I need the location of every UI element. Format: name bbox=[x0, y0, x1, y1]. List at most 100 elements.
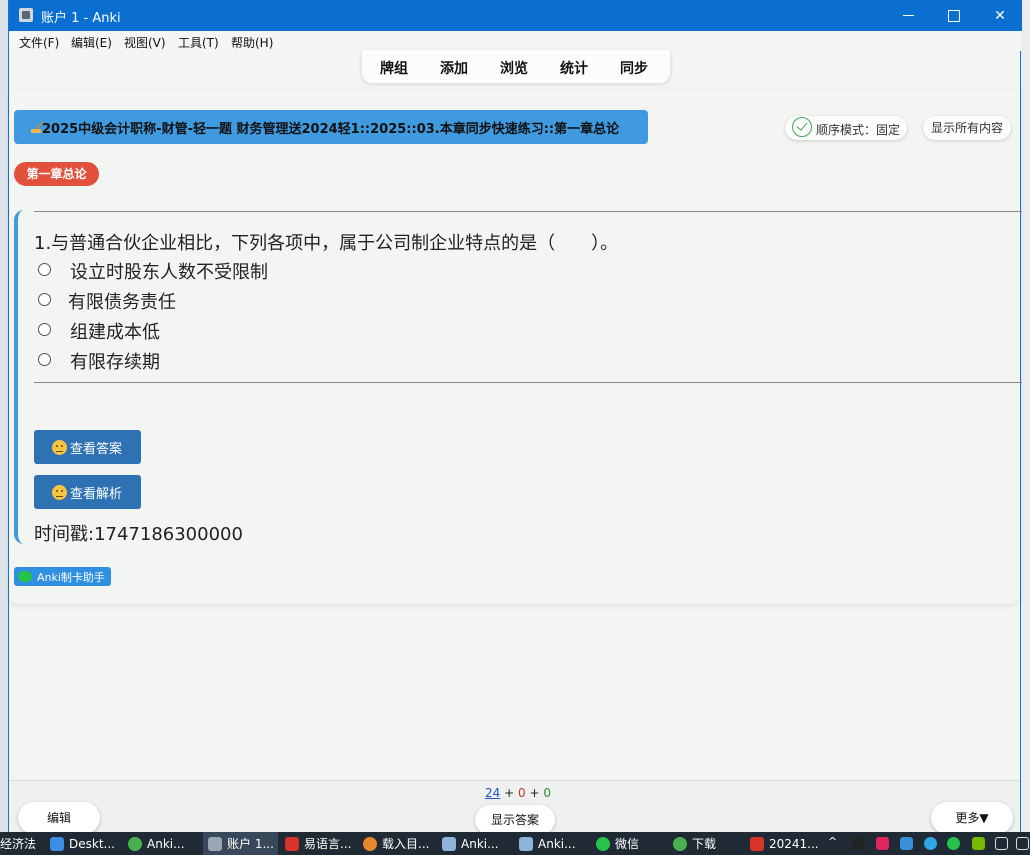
view-answer-button[interactable]: 查看答案 bbox=[34, 430, 141, 464]
anki-card-helper-tag[interactable]: Anki制卡助手 bbox=[14, 567, 111, 586]
taskbar-item-label: Deskt... bbox=[69, 836, 115, 851]
close-button[interactable]: ✕ bbox=[977, 0, 1023, 31]
menu-bar: 文件(F) 编辑(E) 视图(V) 工具(T) 帮助(H) bbox=[9, 31, 1022, 51]
wechat-tray-icon[interactable] bbox=[947, 837, 960, 850]
menu-view[interactable]: 视图(V) bbox=[124, 34, 166, 51]
deck-path-bar: 2025中级会计职称-财管-轻一题 财务管理送2024轻1::2025::03.… bbox=[14, 110, 648, 144]
radio-button[interactable] bbox=[38, 293, 51, 306]
deck-path: 2025中级会计职称-财管-轻一题 财务管理送2024轻1::2025::03.… bbox=[42, 121, 620, 137]
option-label: 组建成本低 bbox=[70, 322, 160, 343]
browser-icon bbox=[128, 836, 142, 851]
taskbar-item-downloads[interactable]: 下载 bbox=[673, 832, 716, 855]
easy-language-icon bbox=[285, 836, 299, 851]
title-bar: 账户 1 - Anki ✕ bbox=[9, 0, 1022, 31]
tab-stats[interactable]: 统计 bbox=[560, 58, 588, 78]
tab-decks[interactable]: 牌组 bbox=[380, 58, 408, 78]
divider-top bbox=[34, 211, 1022, 212]
option-label: 设立时股东人数不受限制 bbox=[70, 262, 268, 283]
anki-icon bbox=[208, 836, 222, 851]
order-mode-label: 顺序模式：固定 bbox=[816, 123, 901, 137]
tray-app-icon[interactable] bbox=[1016, 837, 1029, 850]
main-toolbar: 牌组 添加 浏览 统计 同步 bbox=[362, 50, 670, 83]
anki-window: 账户 1 - Anki ✕ 文件(F) 编辑(E) 视图(V) 工具(T) 帮助… bbox=[8, 0, 1022, 835]
taskbar-item-label: Anki... bbox=[147, 836, 185, 851]
anki-icon bbox=[442, 836, 456, 851]
question-box: 1.与普通合伙企业相比，下列各项中，属于公司制企业特点的是（ ）。 设立时股东人… bbox=[14, 210, 1022, 545]
taskbar-item-label: 微信 bbox=[615, 837, 640, 851]
taskbar-item-anki-2[interactable]: Anki... bbox=[442, 832, 499, 855]
window-title: 账户 1 - Anki bbox=[41, 11, 121, 26]
radio-button[interactable] bbox=[38, 323, 51, 336]
browser-icon bbox=[673, 836, 687, 851]
taskbar: 经济法 Deskt... Anki... 账户 1... 易语言... 载入目.… bbox=[0, 832, 1030, 855]
show-all-button[interactable]: 显示所有内容 bbox=[923, 116, 1011, 140]
taskbar-item-label: 下载 bbox=[692, 837, 717, 851]
tab-sync[interactable]: 同步 bbox=[620, 58, 648, 78]
desktop-right-edge bbox=[1020, 0, 1030, 832]
wechat-icon bbox=[596, 836, 610, 851]
taskbar-item-label: 载入目... bbox=[382, 837, 430, 851]
brand-tag-label: Anki制卡助手 bbox=[37, 570, 105, 584]
view-analysis-label: 查看解析 bbox=[70, 486, 123, 502]
menu-file[interactable]: 文件(F) bbox=[19, 34, 59, 51]
wps-icon bbox=[750, 836, 764, 851]
view-answer-label: 查看答案 bbox=[70, 441, 123, 457]
taskbar-item-desktop[interactable]: Deskt... bbox=[50, 832, 115, 855]
option-label: 有限存续期 bbox=[70, 352, 160, 373]
tab-add[interactable]: 添加 bbox=[440, 58, 468, 78]
show-answer-button[interactable]: 显示答案 bbox=[475, 805, 555, 835]
menu-help[interactable]: 帮助(H) bbox=[231, 34, 273, 51]
radio-button[interactable] bbox=[38, 263, 51, 276]
qq-icon[interactable] bbox=[851, 837, 864, 850]
anki-app-icon bbox=[19, 8, 33, 22]
bottom-bar: 24 + 0 + 0 编辑 显示答案 更多▼ bbox=[9, 780, 1020, 835]
plus-sign: + bbox=[529, 786, 540, 800]
taskbar-item-wps[interactable]: 20241... bbox=[750, 832, 819, 855]
tray-app-icon[interactable] bbox=[924, 837, 937, 850]
card-counts: 24 + 0 + 0 bbox=[485, 786, 551, 800]
writing-hand-icon bbox=[31, 122, 43, 133]
taskbar-item-anki-browser[interactable]: Anki... bbox=[128, 832, 185, 855]
timestamp: 时间戳:1747186300000 bbox=[34, 524, 243, 545]
taskbar-item-easy-language[interactable]: 易语言... bbox=[285, 832, 351, 855]
taskbar-item-label: Anki... bbox=[461, 836, 499, 851]
view-analysis-button[interactable]: 查看解析 bbox=[34, 475, 141, 509]
new-count[interactable]: 24 bbox=[485, 786, 500, 800]
confused-face-icon bbox=[52, 439, 67, 455]
learn-count: 0 bbox=[518, 786, 526, 800]
taskbar-item-economic-law[interactable]: 经济法 bbox=[0, 832, 36, 855]
radio-button[interactable] bbox=[38, 353, 51, 366]
loader-icon bbox=[363, 836, 377, 851]
tray-expand-icon[interactable]: ^ bbox=[828, 835, 841, 848]
nvidia-icon[interactable] bbox=[972, 837, 985, 850]
review-count: 0 bbox=[543, 786, 551, 800]
option-label: 有限债务责任 bbox=[68, 292, 176, 313]
edit-button[interactable]: 编辑 bbox=[18, 802, 100, 834]
maximize-button[interactable] bbox=[931, 0, 977, 31]
chapter-badge: 第一章总论 bbox=[14, 162, 99, 186]
tray-app-icon[interactable] bbox=[900, 837, 913, 850]
plus-sign: + bbox=[504, 786, 515, 800]
desktop-icon bbox=[50, 836, 64, 851]
taskbar-item-anki-3[interactable]: Anki... bbox=[519, 832, 576, 855]
anki-icon bbox=[519, 836, 533, 851]
taskbar-item-account[interactable]: 账户 1... bbox=[203, 832, 278, 855]
question-text: 1.与普通合伙企业相比，下列各项中，属于公司制企业特点的是（ ）。 bbox=[34, 233, 619, 254]
taskbar-item-label: 经济法 bbox=[0, 837, 37, 851]
menu-tools[interactable]: 工具(T) bbox=[178, 34, 219, 51]
tray-app-icon[interactable] bbox=[876, 837, 889, 850]
taskbar-item-wechat[interactable]: 微信 bbox=[596, 832, 639, 855]
divider-bottom bbox=[34, 382, 1022, 383]
minimize-button[interactable] bbox=[885, 0, 931, 31]
order-mode-toggle[interactable]: 顺序模式：固定 bbox=[785, 116, 907, 140]
taskbar-item-label: 易语言... bbox=[304, 837, 352, 851]
thinking-face-icon bbox=[52, 484, 67, 500]
more-button[interactable]: 更多▼ bbox=[931, 802, 1013, 834]
tab-browse[interactable]: 浏览 bbox=[500, 58, 528, 78]
taskbar-item-label: 20241... bbox=[769, 836, 819, 851]
tray-app-icon[interactable] bbox=[995, 837, 1008, 850]
taskbar-item-label: Anki... bbox=[538, 836, 576, 851]
menu-edit[interactable]: 编辑(E) bbox=[71, 34, 112, 51]
taskbar-item-label: 账户 1... bbox=[227, 837, 274, 851]
taskbar-item-loader[interactable]: 载入目... bbox=[363, 832, 429, 855]
